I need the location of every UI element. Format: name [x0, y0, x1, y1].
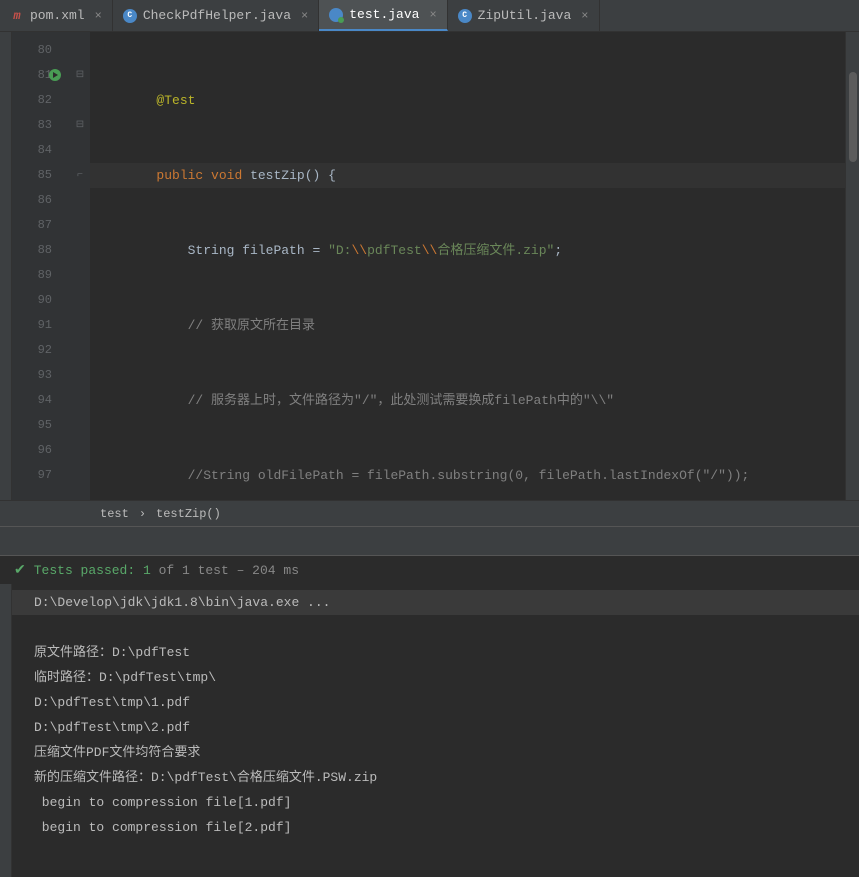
line-number[interactable]: 85: [12, 163, 70, 188]
fold-handle-icon[interactable]: ⊟: [70, 113, 90, 138]
line-number[interactable]: 88: [12, 238, 70, 263]
maven-icon: m: [10, 9, 24, 23]
breadcrumb-method[interactable]: testZip(): [156, 507, 221, 521]
line-number-gutter: 80 81 82 83 84 85 86 87 88 89 90 91 92 9…: [12, 32, 70, 500]
console-left-margin: [0, 584, 12, 877]
line-number[interactable]: 91: [12, 313, 70, 338]
vertical-scrollbar[interactable]: [845, 32, 859, 500]
console-line: begin to compression file[2.pdf]: [12, 815, 859, 840]
tests-summary: of 1 test – 204 ms: [151, 563, 299, 578]
tab-ziputil[interactable]: C ZipUtil.java ×: [448, 0, 600, 31]
java-runnable-icon: [329, 8, 343, 22]
editor-tabs: m pom.xml × C CheckPdfHelper.java × test…: [0, 0, 859, 32]
breadcrumb-class[interactable]: test: [100, 507, 129, 521]
line-number[interactable]: 90: [12, 288, 70, 313]
run-test-icon[interactable]: [48, 68, 62, 82]
scroll-thumb[interactable]: [849, 72, 857, 162]
line-number[interactable]: 82: [12, 88, 70, 113]
tab-label: ZipUtil.java: [478, 8, 572, 23]
java-class-icon: C: [123, 9, 137, 23]
console-line: 临时路径：D:\pdfTest\tmp\: [12, 665, 859, 690]
console-line: D:\pdfTest\tmp\1.pdf: [12, 690, 859, 715]
tab-test-java[interactable]: test.java ×: [319, 0, 447, 31]
tab-pom-xml[interactable]: m pom.xml ×: [0, 0, 113, 31]
fold-end-icon[interactable]: ⌐: [70, 163, 90, 188]
line-number[interactable]: 96: [12, 438, 70, 463]
chevron-right-icon: ›: [139, 507, 146, 521]
line-number[interactable]: 92: [12, 338, 70, 363]
test-status-bar: ✔ Tests passed: 1 of 1 test – 204 ms: [0, 556, 859, 584]
line-number[interactable]: 93: [12, 363, 70, 388]
line-number[interactable]: 87: [12, 213, 70, 238]
close-icon[interactable]: ×: [95, 9, 102, 23]
panel-divider[interactable]: [0, 526, 859, 556]
line-number[interactable]: 84: [12, 138, 70, 163]
console-output[interactable]: D:\Develop\jdk\jdk1.8\bin\java.exe ... 原…: [12, 584, 859, 877]
console-line: D:\pdfTest\tmp\2.pdf: [12, 715, 859, 740]
fold-gutter: ⊟ ⊟ ⌐: [70, 32, 90, 500]
console-line: 压缩文件PDF文件均符合要求: [12, 740, 859, 765]
line-number[interactable]: 94: [12, 388, 70, 413]
console-line: 原文件路径：D:\pdfTest: [12, 640, 859, 665]
line-number[interactable]: 81: [12, 63, 70, 88]
tests-passed-label: Tests passed: 1: [34, 563, 151, 578]
line-number[interactable]: 95: [12, 413, 70, 438]
line-number[interactable]: 83: [12, 113, 70, 138]
close-icon[interactable]: ×: [429, 8, 436, 22]
console-line: 新的压缩文件路径：D:\pdfTest\合格压缩文件.PSW.zip: [12, 765, 859, 790]
check-icon: ✔: [14, 562, 26, 579]
fold-handle-icon[interactable]: ⊟: [70, 63, 90, 88]
java-class-icon: C: [458, 9, 472, 23]
line-number[interactable]: 89: [12, 263, 70, 288]
breadcrumb: test › testZip(): [0, 500, 859, 526]
code-editor: 80 81 82 83 84 85 86 87 88 89 90 91 92 9…: [0, 32, 859, 500]
line-number[interactable]: 86: [12, 188, 70, 213]
console-panel: D:\Develop\jdk\jdk1.8\bin\java.exe ... 原…: [0, 584, 859, 877]
console-line: D:\Develop\jdk\jdk1.8\bin\java.exe ...: [12, 590, 859, 615]
tab-label: CheckPdfHelper.java: [143, 8, 291, 23]
line-number[interactable]: 80: [12, 38, 70, 63]
left-margin: [0, 32, 12, 500]
close-icon[interactable]: ×: [581, 9, 588, 23]
console-line: begin to compression file[1.pdf]: [12, 790, 859, 815]
code-text-area[interactable]: @Test public void testZip() { String fil…: [90, 32, 845, 500]
tab-label: test.java: [349, 7, 419, 22]
close-icon[interactable]: ×: [301, 9, 308, 23]
tab-label: pom.xml: [30, 8, 85, 23]
tab-checkpdfhelper[interactable]: C CheckPdfHelper.java ×: [113, 0, 319, 31]
line-number[interactable]: 97: [12, 463, 70, 488]
